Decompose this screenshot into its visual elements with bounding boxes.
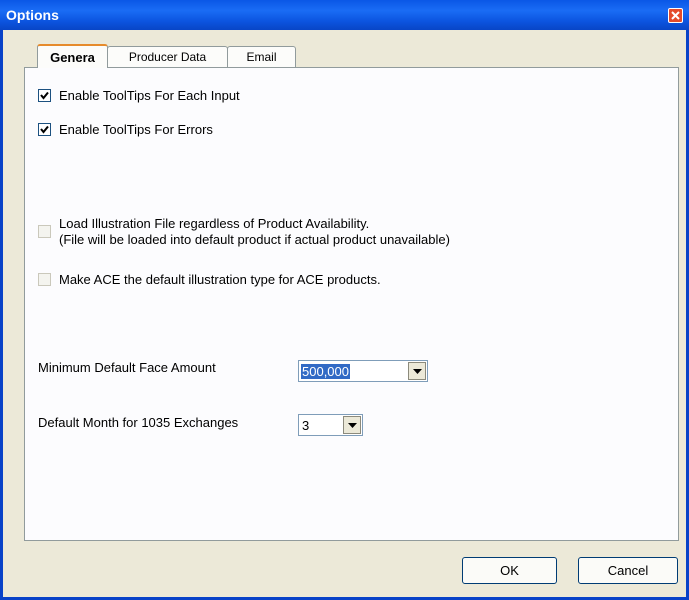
default-month-value: 3	[302, 418, 310, 433]
tab-general[interactable]: Genera	[37, 44, 108, 68]
options-dialog: Options Genera Producer Data Email Enabl…	[0, 0, 689, 600]
default-month-label: Default Month for 1035 Exchanges	[38, 415, 239, 430]
general-panel	[24, 67, 679, 541]
chevron-down-icon[interactable]	[408, 362, 426, 380]
window-title: Options	[6, 7, 59, 23]
load-illustration-line1: Load Illustration File regardless of Pro…	[59, 216, 370, 231]
tab-email-label: Email	[246, 50, 277, 64]
tab-producer-data[interactable]: Producer Data	[107, 46, 228, 67]
tooltips-errors-checkbox[interactable]	[38, 123, 51, 136]
tooltips-errors-option[interactable]: Enable ToolTips For Errors	[38, 122, 213, 138]
load-illustration-label: Load Illustration File regardless of Pro…	[59, 216, 450, 248]
default-month-select[interactable]: 3	[298, 414, 363, 436]
ace-default-option[interactable]: Make ACE the default illustration type f…	[38, 272, 381, 288]
load-illustration-checkbox[interactable]	[38, 225, 51, 238]
min-face-amount-select[interactable]: 500,000	[298, 360, 428, 382]
chevron-down-icon[interactable]	[343, 416, 361, 434]
tooltips-input-label: Enable ToolTips For Each Input	[59, 88, 240, 103]
title-bar[interactable]: Options	[0, 0, 689, 30]
cancel-button[interactable]: Cancel	[578, 557, 678, 584]
ok-button[interactable]: OK	[462, 557, 557, 584]
ace-default-label: Make ACE the default illustration type f…	[59, 272, 381, 287]
load-illustration-option[interactable]: Load Illustration File regardless of Pro…	[38, 216, 450, 248]
tooltips-errors-label: Enable ToolTips For Errors	[59, 122, 213, 137]
close-icon[interactable]	[668, 8, 683, 23]
tab-general-label: Genera	[50, 50, 95, 65]
min-face-amount-value: 500,000	[301, 364, 350, 379]
tooltips-input-checkbox[interactable]	[38, 89, 51, 102]
tooltips-input-option[interactable]: Enable ToolTips For Each Input	[38, 88, 240, 104]
ace-default-checkbox[interactable]	[38, 273, 51, 286]
load-illustration-line2: (File will be loaded into default produc…	[59, 232, 450, 247]
tab-email[interactable]: Email	[227, 46, 296, 67]
tab-producer-data-label: Producer Data	[128, 50, 207, 64]
min-face-amount-label: Minimum Default Face Amount	[38, 360, 216, 375]
